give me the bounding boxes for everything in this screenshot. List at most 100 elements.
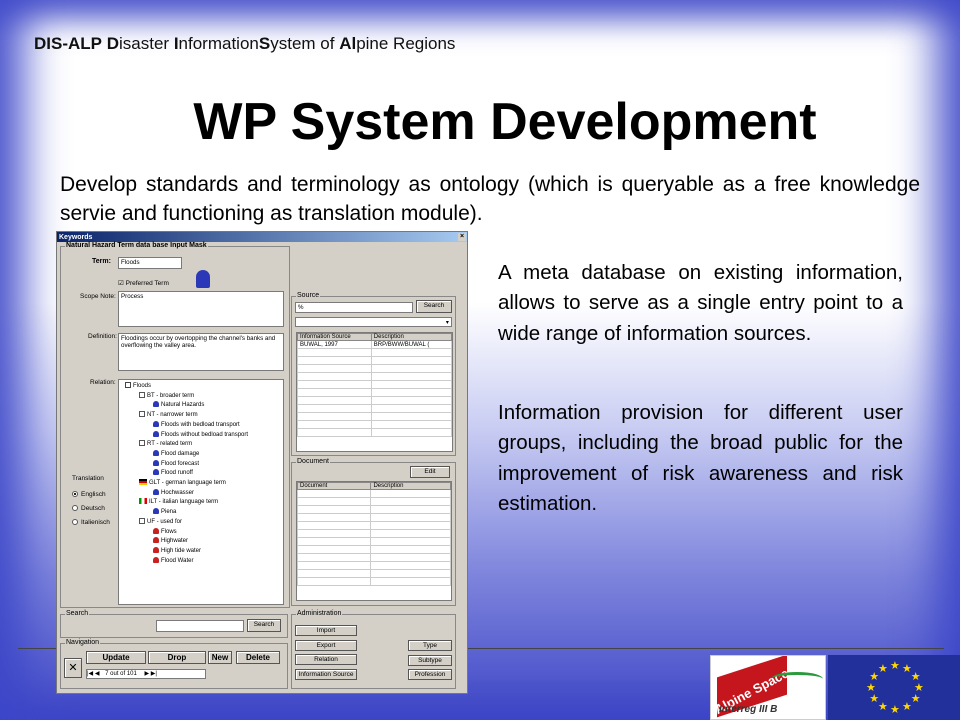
- table-row[interactable]: [297, 553, 451, 562]
- tree-node[interactable]: GLT - german language term: [139, 479, 226, 486]
- tree-node[interactable]: Flood forecast: [153, 459, 199, 467]
- tree-node-label: GLT - german language term: [149, 480, 226, 486]
- table-cell: [370, 412, 452, 421]
- source-search-input[interactable]: %: [295, 302, 413, 313]
- relation-button[interactable]: Relation: [295, 654, 357, 665]
- first-record-icon[interactable]: |◀ ◀: [87, 671, 99, 677]
- table-cell: [370, 569, 451, 578]
- next-record-icon[interactable]: ▶ ▶|: [145, 671, 157, 677]
- import-button[interactable]: Import: [295, 625, 357, 636]
- translation-radio[interactable]: Deutsch: [72, 505, 105, 512]
- navigation-group: Navigation: [60, 639, 288, 689]
- edit-button[interactable]: Edit: [410, 466, 450, 478]
- star-icon: ★: [878, 663, 888, 675]
- table-row[interactable]: [297, 420, 452, 429]
- translation-radio[interactable]: Englisch: [72, 491, 106, 498]
- definition-field[interactable]: Floodings occur by overtopping the chann…: [118, 333, 284, 371]
- relation-tree[interactable]: Floods BT - broader term Natural Hazards NT…: [118, 379, 284, 605]
- search-input[interactable]: [156, 620, 244, 632]
- search-button[interactable]: Search: [247, 619, 281, 632]
- header-part: S: [258, 34, 271, 53]
- table-row[interactable]: [297, 513, 451, 522]
- tree-node[interactable]: Natural Hazards: [153, 401, 204, 408]
- translation-radio[interactable]: Italienisch: [72, 519, 110, 526]
- source-table[interactable]: Information Source Description BUWAL, 1997…: [296, 332, 453, 452]
- table-cell: [297, 428, 372, 437]
- tree-node[interactable]: BT - broader term: [139, 391, 194, 399]
- table-row[interactable]: [297, 348, 452, 357]
- drop-button[interactable]: Drop: [148, 651, 206, 664]
- tree-node[interactable]: Floods without bedload transport: [153, 430, 248, 438]
- tree-node[interactable]: NT - narrower term: [139, 411, 198, 418]
- close-icon[interactable]: ×: [458, 233, 466, 241]
- table-cell: [370, 513, 451, 522]
- table-row[interactable]: [297, 497, 451, 506]
- table-row[interactable]: [297, 412, 452, 421]
- table-cell: [370, 529, 451, 538]
- type-button[interactable]: Type: [408, 640, 452, 651]
- tree-node-label: Hochwasser: [161, 489, 195, 496]
- tree-node[interactable]: RT - related term: [139, 440, 192, 447]
- tree-node[interactable]: Floods: [125, 382, 151, 389]
- tree-node[interactable]: High tide water: [153, 546, 201, 554]
- new-button[interactable]: New: [208, 651, 232, 664]
- table-row[interactable]: [297, 577, 451, 586]
- term-field[interactable]: Floods: [118, 257, 182, 269]
- table-row[interactable]: [297, 569, 451, 578]
- star-icon: ★: [869, 693, 879, 705]
- table-row[interactable]: [297, 521, 451, 530]
- table-row[interactable]: [297, 396, 452, 405]
- column-header[interactable]: Information Source: [297, 333, 372, 341]
- source-dropdown[interactable]: ▾: [295, 317, 452, 327]
- table-row[interactable]: [297, 505, 451, 514]
- tree-node[interactable]: Flood runoff: [153, 469, 193, 476]
- column-header[interactable]: Description: [370, 333, 452, 341]
- tree-node-label: ILT - italian language term: [149, 499, 219, 506]
- table-row[interactable]: [297, 428, 452, 437]
- tree-node[interactable]: Flows: [153, 527, 177, 535]
- table-row[interactable]: [297, 537, 451, 546]
- table-row[interactable]: BUWAL, 1997 BRP/BWW/BUWAL (: [297, 340, 452, 349]
- document-table[interactable]: Document Description: [296, 481, 452, 601]
- table-row[interactable]: [297, 388, 452, 397]
- table-row[interactable]: [297, 529, 451, 538]
- table-cell: [297, 396, 372, 405]
- table-row[interactable]: [297, 372, 452, 381]
- tree-node[interactable]: Flood Water: [153, 556, 193, 564]
- table-cell: BUWAL, 1997: [297, 340, 372, 349]
- table-cell: [297, 545, 372, 554]
- column-header[interactable]: Description: [370, 482, 451, 490]
- tree-node[interactable]: Piena: [153, 508, 176, 515]
- source-group-label: Source: [296, 292, 321, 299]
- delete-button[interactable]: Delete: [236, 651, 280, 664]
- preferred-term-checkbox[interactable]: ☑ Preferred Term: [118, 279, 169, 287]
- table-row[interactable]: [297, 404, 452, 413]
- tree-node[interactable]: ILT - italian language term: [139, 498, 218, 505]
- translation-label: Italienisch: [81, 519, 110, 526]
- table-row[interactable]: [297, 561, 451, 570]
- update-button[interactable]: Update: [86, 651, 146, 664]
- information-source-button[interactable]: Information Source: [295, 668, 357, 680]
- table-row[interactable]: [297, 364, 452, 373]
- table-cell: [370, 388, 452, 397]
- scope-note-field[interactable]: Process: [118, 291, 284, 327]
- table-row[interactable]: [297, 380, 452, 389]
- subtype-button[interactable]: Subtype: [408, 654, 452, 666]
- table-row[interactable]: [297, 489, 451, 498]
- bell-red-icon: [153, 537, 159, 544]
- close-record-icon[interactable]: ✕: [64, 658, 82, 678]
- tree-node[interactable]: Flood damage: [153, 449, 199, 457]
- table-cell: [297, 412, 372, 421]
- record-navigator[interactable]: |◀ ◀ 7 out of 101 ▶ ▶|: [86, 669, 206, 679]
- export-button[interactable]: Export: [295, 639, 357, 651]
- tree-node[interactable]: Floods with bedload transport: [153, 420, 240, 428]
- tree-node[interactable]: UF - used for: [139, 517, 182, 525]
- source-search-button[interactable]: Search: [416, 300, 452, 313]
- tree-node[interactable]: Hochwasser: [153, 488, 195, 496]
- relation-icon: [139, 391, 145, 398]
- table-row[interactable]: [297, 356, 452, 365]
- tree-node[interactable]: Highwater: [153, 537, 188, 544]
- column-header[interactable]: Document: [297, 482, 372, 490]
- profession-button[interactable]: Profession: [408, 669, 452, 680]
- table-row[interactable]: [297, 545, 451, 554]
